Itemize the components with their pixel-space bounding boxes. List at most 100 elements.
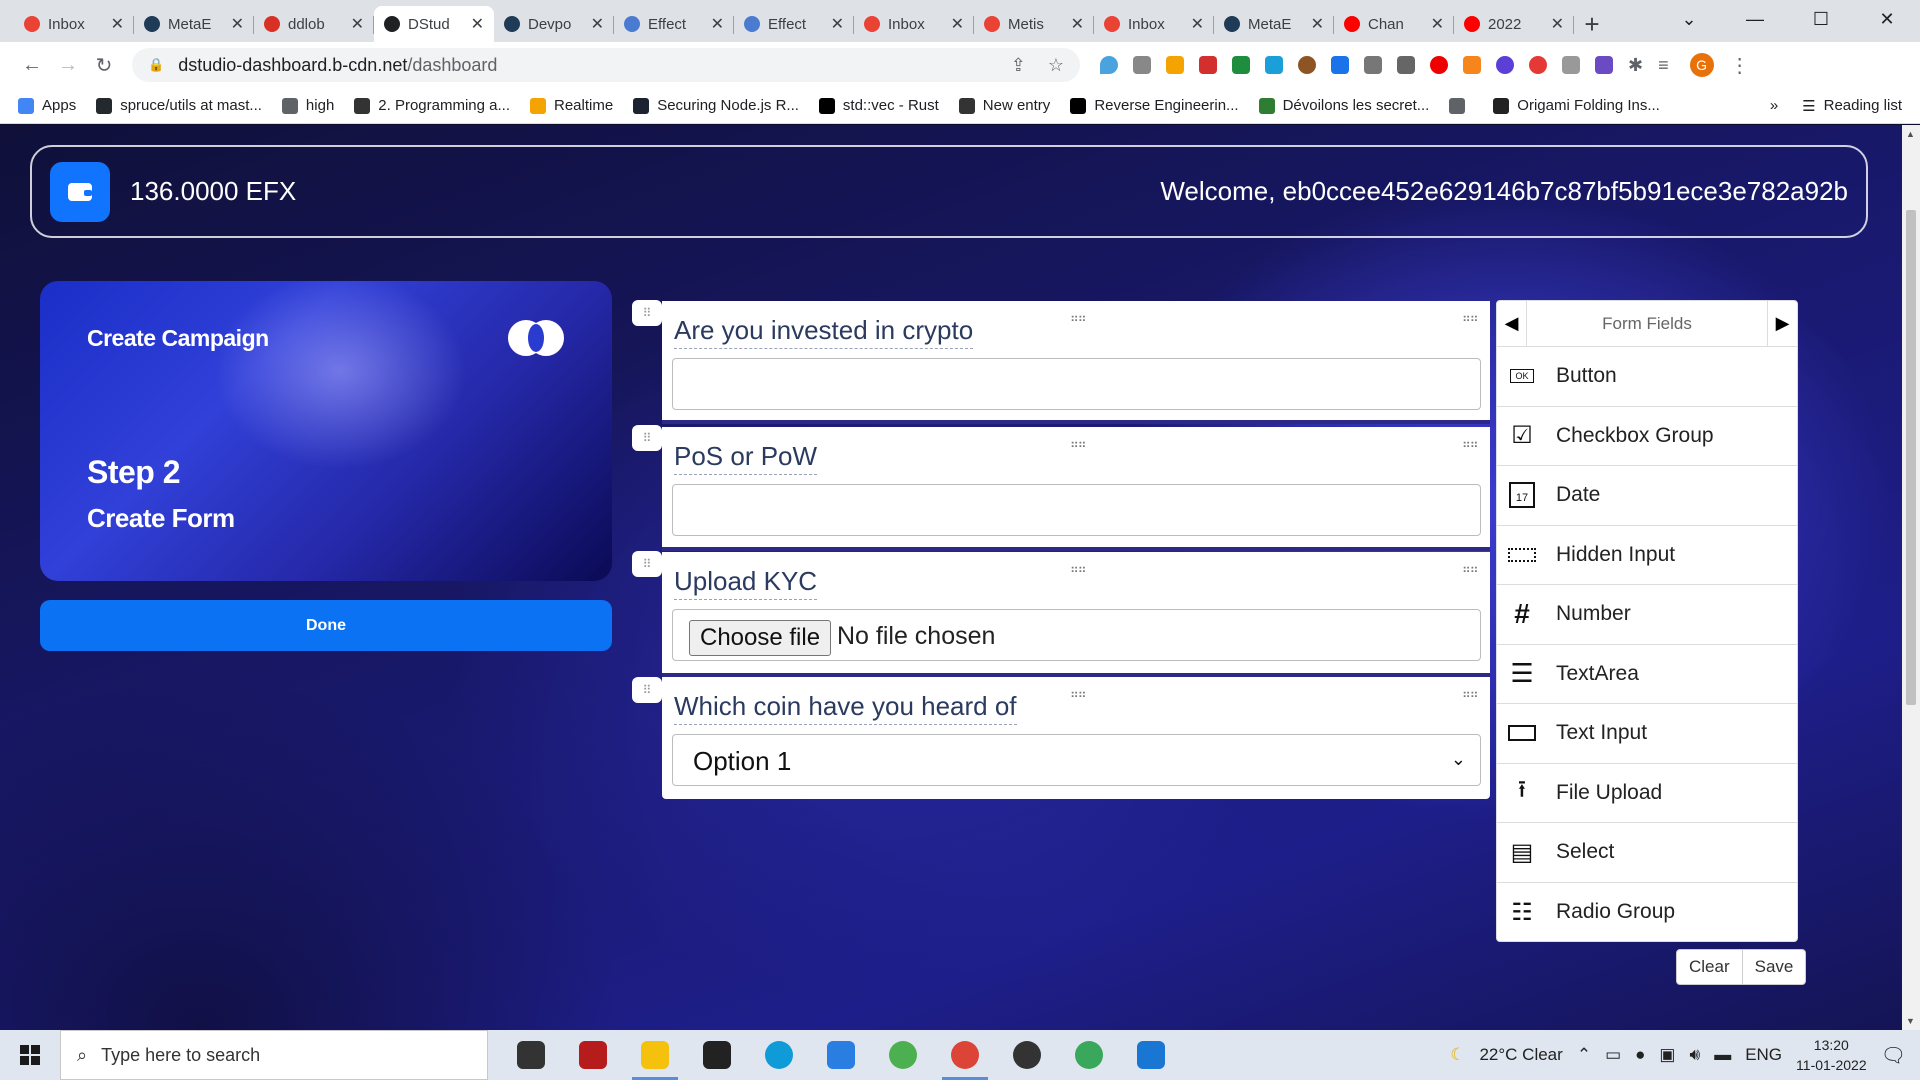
media-player-icon[interactable] [1120, 1030, 1182, 1080]
field-type-item[interactable]: OK Button [1497, 347, 1797, 407]
opera-extension-icon[interactable] [1430, 56, 1448, 74]
done-button[interactable]: Done [40, 600, 612, 651]
translate-extension-icon[interactable] [1265, 56, 1283, 74]
bookmark-star-icon[interactable]: ☆ [1048, 55, 1064, 76]
field-type-item[interactable]: ☑ Checkbox Group [1497, 407, 1797, 466]
close-tab-icon[interactable]: ✕ [111, 14, 124, 34]
metamask-icon[interactable] [1463, 56, 1481, 74]
close-window-button[interactable]: ✕ [1854, 0, 1920, 38]
select-preview[interactable]: Option 1 ⌄ [672, 734, 1481, 786]
choose-file-button[interactable]: Choose file [689, 620, 832, 656]
stop-extension-icon[interactable] [1529, 56, 1547, 74]
browser-tab[interactable]: Metis ✕ [974, 6, 1094, 42]
bookmark-item[interactable]: high [281, 97, 334, 114]
bookmark-item[interactable]: spruce/utils at mast... [96, 97, 262, 114]
grip-icon[interactable]: ⠶⠶ [1462, 437, 1479, 451]
browser-tab[interactable]: DStud ✕ [374, 6, 494, 42]
close-tab-icon[interactable]: ✕ [471, 14, 484, 34]
browser-tab[interactable]: ddlob ✕ [254, 6, 374, 42]
form-field-select[interactable]: Which coin have you heard of ⠶⠶ ⠶⠶ Optio… [662, 677, 1490, 799]
browser-tab[interactable]: Effect ✕ [614, 6, 734, 42]
form-field-file[interactable]: Upload KYC ⠶⠶ ⠶⠶ Choose file No file cho… [662, 552, 1490, 677]
sheet-extension-icon[interactable] [1232, 56, 1250, 74]
minimize-button[interactable]: — [1722, 0, 1788, 38]
tray-chevron-icon[interactable]: ⌃ [1577, 1045, 1591, 1065]
close-tab-icon[interactable]: ✕ [591, 14, 604, 34]
field-label[interactable]: Upload KYC [674, 566, 818, 600]
reading-list-button[interactable]: ☰ Reading list [1802, 97, 1902, 115]
browser-tab[interactable]: 2022 ✕ [1454, 6, 1574, 42]
pen-extension-icon[interactable] [1166, 56, 1184, 74]
screen-extension-icon[interactable] [1331, 56, 1349, 74]
bookmark-item[interactable]: Dévoilons les secret... [1258, 97, 1429, 114]
gear-badge-extension-icon[interactable] [1595, 56, 1613, 74]
bookmark-item[interactable]: 2. Programming a... [354, 97, 510, 114]
browser-menu-icon[interactable]: ⋮ [1730, 53, 1750, 78]
field-label[interactable]: Are you invested in crypto [674, 315, 974, 349]
new-tab-button[interactable]: + [1574, 6, 1610, 42]
grip-icon[interactable]: ⠶⠶ [1070, 562, 1087, 576]
bookmark-item[interactable]: Apps [18, 97, 76, 114]
media-control-icon[interactable]: ≡ [1658, 55, 1669, 76]
camera-extension-icon[interactable] [1397, 56, 1415, 74]
page-scrollbar[interactable]: ▲ ▼ [1902, 125, 1920, 1030]
start-button[interactable] [0, 1030, 60, 1080]
extensions-puzzle-icon[interactable]: ✱ [1628, 55, 1643, 76]
grip-icon[interactable]: ⠶⠶ [1070, 311, 1087, 325]
reload-button[interactable]: ↻ [86, 53, 122, 78]
close-tab-icon[interactable]: ✕ [1191, 14, 1204, 34]
droplet-extension-icon[interactable] [1100, 56, 1118, 74]
utorrent-app-icon[interactable] [872, 1030, 934, 1080]
unity-app-icon[interactable] [686, 1030, 748, 1080]
grip-icon[interactable]: ⠶⠶ [1070, 437, 1087, 451]
edge-browser-icon[interactable] [748, 1030, 810, 1080]
drag-handle-icon[interactable]: ⠿ [632, 425, 662, 451]
taskbar-search[interactable]: ⌕ Type here to search [60, 1030, 488, 1080]
scroll-up-icon[interactable]: ▲ [1906, 129, 1915, 139]
browser-tab[interactable]: MetaE ✕ [1214, 6, 1334, 42]
drag-handle-icon[interactable]: ⠿ [632, 300, 662, 326]
browser-tab[interactable]: Effect ✕ [734, 6, 854, 42]
browser-tab[interactable]: Inbox ✕ [14, 6, 134, 42]
obs-app-icon[interactable] [996, 1030, 1058, 1080]
battery-icon[interactable]: ▬ [1714, 1045, 1731, 1065]
close-tab-icon[interactable]: ✕ [1551, 14, 1564, 34]
bookmark-item[interactable] [1449, 97, 1473, 114]
clear-button[interactable]: Clear [1676, 949, 1743, 985]
profile-avatar[interactable]: G [1689, 53, 1714, 77]
bookmark-item[interactable]: Securing Node.js R... [633, 97, 799, 114]
mic-tray-icon[interactable]: ● [1635, 1045, 1645, 1065]
more-bookmarks-button[interactable]: » [1770, 97, 1778, 114]
browser-tab[interactable]: MetaE ✕ [134, 6, 254, 42]
language-indicator[interactable]: ENG [1745, 1045, 1782, 1065]
grip-icon[interactable]: ⠶⠶ [1462, 311, 1479, 325]
grip-icon[interactable]: ⠶⠶ [1070, 687, 1087, 701]
form-field-text[interactable]: Are you invested in crypto ⠶⠶ ⠶⠶ [662, 301, 1490, 424]
forward-button[interactable]: → [50, 54, 86, 77]
field-type-item[interactable]: Hidden Input [1497, 526, 1797, 585]
grip-icon[interactable]: ⠶⠶ [1462, 687, 1479, 701]
caret-right-icon[interactable]: ▶ [1767, 300, 1797, 347]
circle-extension-icon[interactable] [1496, 56, 1514, 74]
display-tray-icon[interactable]: ▣ [1659, 1045, 1675, 1065]
ci-extension-icon[interactable] [1562, 56, 1580, 74]
form-field-text[interactable]: PoS or PoW ⠶⠶ ⠶⠶ [662, 427, 1490, 551]
browser-tab[interactable]: Chan ✕ [1334, 6, 1454, 42]
field-label[interactable]: PoS or PoW [674, 441, 818, 475]
shark-app-icon[interactable] [562, 1030, 624, 1080]
browser-tab[interactable]: Inbox ✕ [1094, 6, 1214, 42]
close-tab-icon[interactable]: ✕ [951, 14, 964, 34]
close-tab-icon[interactable]: ✕ [1071, 14, 1084, 34]
field-type-item[interactable]: ☰ TextArea [1497, 645, 1797, 704]
field-type-item[interactable]: ⭱ File Upload [1497, 764, 1797, 823]
notification-icon[interactable]: 🗨︎ [1881, 1043, 1906, 1068]
text-input-preview[interactable] [672, 358, 1481, 410]
file-input-preview[interactable]: Choose file No file chosen [672, 609, 1481, 661]
share-icon[interactable]: ⇪ [1011, 55, 1026, 76]
scroll-down-icon[interactable]: ▼ [1906, 1016, 1915, 1026]
save-button[interactable]: Save [1742, 949, 1807, 985]
weather-text[interactable]: 22°C Clear [1479, 1045, 1562, 1065]
chrome-app-icon[interactable] [934, 1030, 996, 1080]
mail-app-icon[interactable] [810, 1030, 872, 1080]
atom-app-icon[interactable] [1058, 1030, 1120, 1080]
